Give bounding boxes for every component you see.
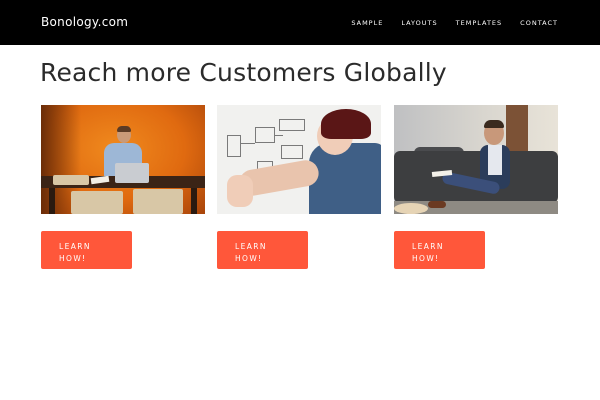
learn-how-button-line1: LEARN: [412, 241, 444, 251]
nav-link-sample[interactable]: SAMPLE: [351, 19, 383, 27]
page-headline: Reach more Customers Globally: [40, 58, 447, 87]
learn-how-button-line2: HOW!: [59, 254, 87, 263]
learn-how-button-line1: LEARN: [235, 241, 267, 251]
learn-how-button[interactable]: LEARN HOW!: [394, 231, 485, 269]
man-drawing-on-whiteboard-photo: [217, 105, 381, 214]
learn-how-button-line2: HOW!: [235, 254, 263, 263]
brand-logo-link[interactable]: Bonology.com: [41, 0, 128, 45]
man-on-couch-with-notepad-photo: [394, 105, 558, 214]
feature-card: LEARN HOW!: [41, 105, 205, 269]
man-at-desk-with-laptop-photo: [41, 105, 205, 214]
learn-how-button[interactable]: LEARN HOW!: [217, 231, 308, 269]
learn-how-button-line2: HOW!: [412, 254, 440, 263]
learn-how-button[interactable]: LEARN HOW!: [41, 231, 132, 269]
feature-card: LEARN HOW!: [394, 105, 558, 269]
nav-link-layouts[interactable]: LAYOUTS: [401, 19, 437, 27]
feature-card: LEARN HOW!: [217, 105, 381, 269]
learn-how-button-line1: LEARN: [59, 241, 91, 251]
nav-link-templates[interactable]: TEMPLATES: [456, 19, 503, 27]
top-navbar: Bonology.com SAMPLE LAYOUTS TEMPLATES CO…: [0, 0, 600, 45]
nav-link-contact[interactable]: CONTACT: [520, 19, 558, 27]
nav-links: SAMPLE LAYOUTS TEMPLATES CONTACT: [351, 0, 558, 45]
